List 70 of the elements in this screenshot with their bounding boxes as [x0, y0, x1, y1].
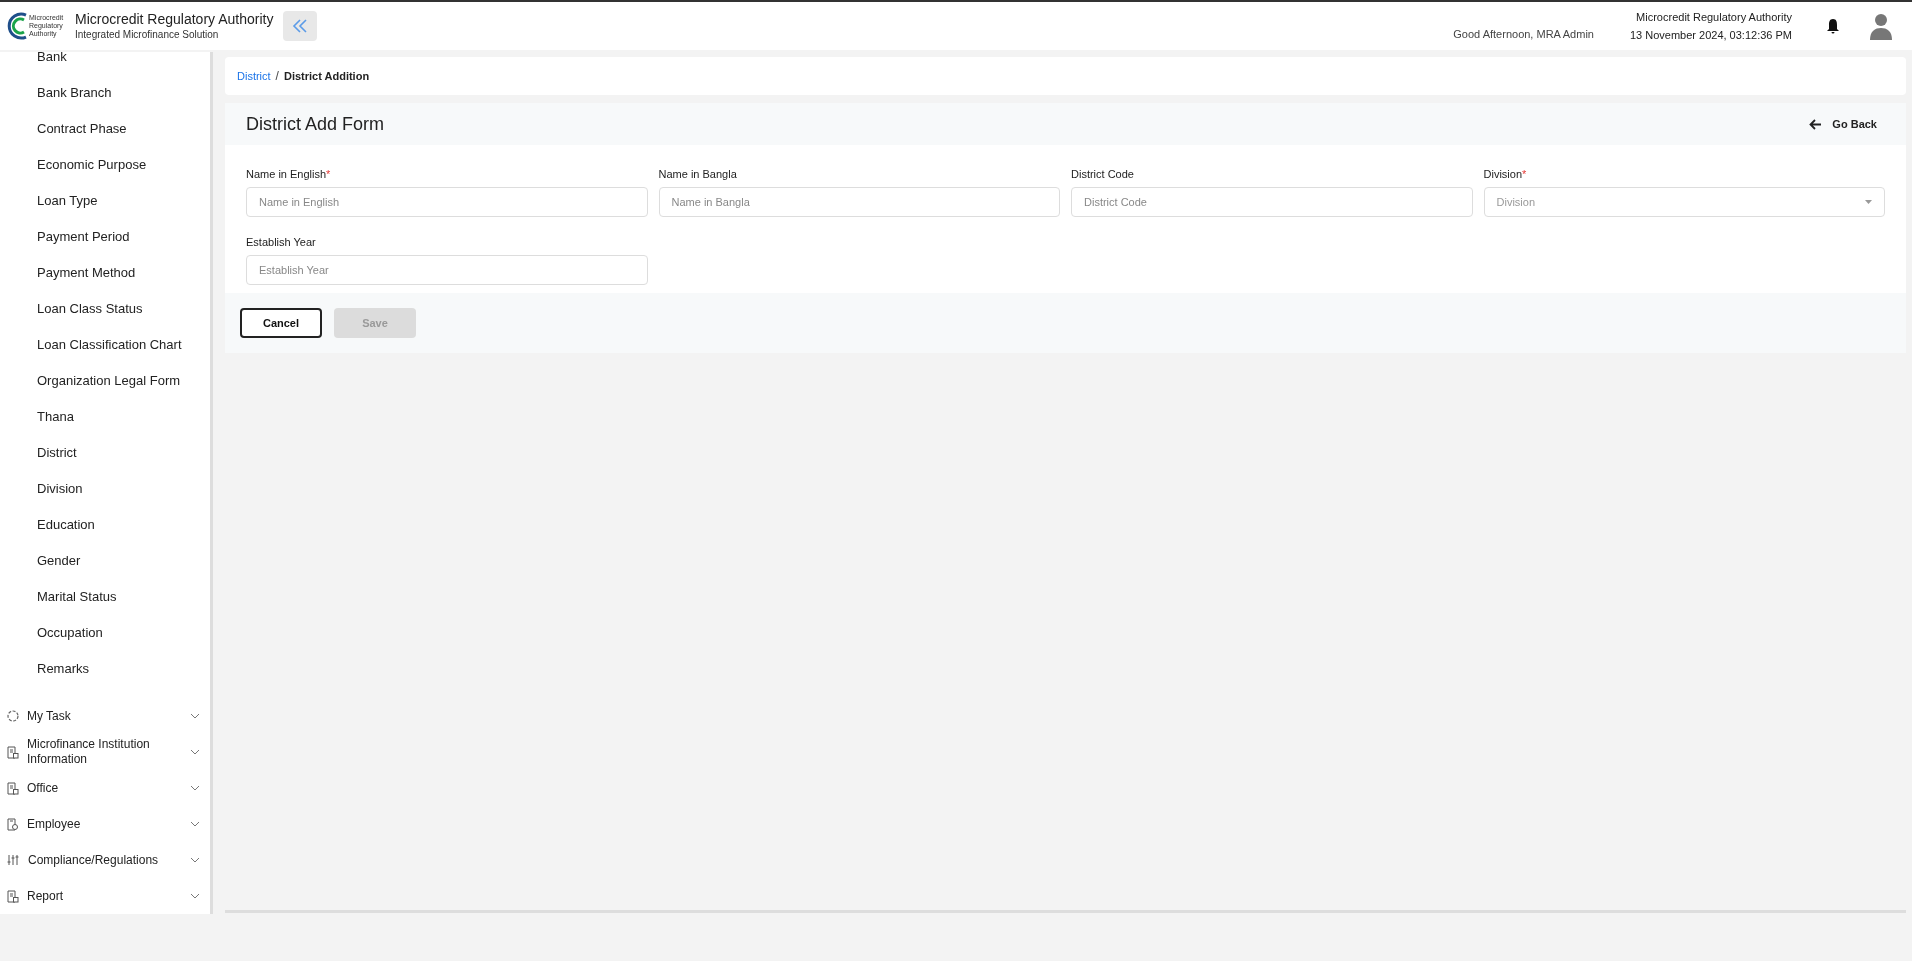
field-label: District Code: [1071, 167, 1135, 181]
document-icon: [7, 781, 19, 795]
sidebar-subitem[interactable]: Contract Phase: [0, 110, 210, 146]
chevron-down-icon: [190, 857, 200, 863]
field-label: Division*: [1483, 167, 1528, 181]
text-input-field[interactable]: District Code: [1071, 187, 1473, 217]
collapse-sidebar-button[interactable]: [283, 11, 318, 41]
sidebar-group-label: Employee: [27, 816, 82, 832]
sidebar-subitem[interactable]: Organization Legal Form: [0, 362, 210, 398]
sidebar-subitem[interactable]: Division: [0, 470, 210, 506]
go-back-button[interactable]: Go Back: [1809, 115, 1877, 133]
form-title: District Add Form: [246, 112, 386, 136]
breadcrumb-current: District Addition: [283, 68, 370, 84]
chevron-down-icon: [190, 785, 200, 791]
field-label: Establish Year: [246, 235, 317, 249]
sliders-icon: [7, 854, 20, 866]
chevron-down-icon: [190, 749, 200, 755]
greeting-text: Good Afternoon, MRA Admin: [1453, 26, 1594, 42]
text-input-field[interactable]: Name in English: [246, 187, 648, 217]
sidebar-group-label: My Task: [27, 708, 72, 724]
user-avatar-icon[interactable]: [1868, 12, 1894, 40]
sidebar-subitem[interactable]: Payment Period: [0, 218, 210, 254]
sidebar-subitem[interactable]: Thana: [0, 398, 210, 434]
sidebar-group[interactable]: My Task: [0, 698, 210, 734]
sidebar-group-label: Office: [27, 780, 60, 796]
sidebar-group-label: Report: [27, 888, 65, 904]
dropdown-caret-icon: [1865, 200, 1872, 204]
sidebar-subitem[interactable]: Loan Type: [0, 182, 210, 218]
org-title: Microcredit Regulatory Authority: [75, 10, 274, 28]
authority-name: Microcredit Regulatory Authority: [1636, 10, 1792, 25]
arrow-left-icon: [1809, 118, 1823, 130]
sidebar-group[interactable]: Office: [0, 770, 210, 806]
loading-circle-icon: [7, 710, 19, 722]
field-label: Name in Bangla: [658, 167, 738, 181]
cancel-button[interactable]: Cancel: [240, 308, 322, 338]
breadcrumb-link[interactable]: District: [237, 67, 271, 85]
sidebar-subitem[interactable]: Loan Classification Chart: [0, 326, 210, 362]
sidebar-group-label: Compliance/Regulations: [28, 852, 160, 868]
required-asterisk: *: [1522, 168, 1527, 180]
sidebar-subitem[interactable]: Gender: [0, 542, 210, 578]
double-chevron-left-icon: [291, 18, 310, 34]
text-input-field[interactable]: Establish Year: [246, 255, 648, 285]
chevron-down-icon: [190, 821, 200, 827]
sidebar-group[interactable]: Microfinance Institution Information: [0, 734, 210, 770]
sidebar-subitem[interactable]: District: [0, 434, 210, 470]
sidebar-subitem[interactable]: Occupation: [0, 614, 210, 650]
sidebar-group-label: Microfinance Institution Information: [27, 737, 151, 767]
sidebar-group[interactable]: Compliance/Regulations: [0, 842, 210, 878]
chevron-down-icon: [190, 893, 200, 899]
chevron-down-icon: [190, 713, 200, 719]
sidebar-subitem[interactable]: Education: [0, 506, 210, 542]
sidebar-subitem[interactable]: Payment Method: [0, 254, 210, 290]
field-label: Name in English*: [246, 167, 332, 181]
sidebar-subitem[interactable]: Remarks: [0, 650, 210, 686]
document-icon: [7, 745, 19, 759]
id-card-icon: [7, 817, 19, 831]
required-asterisk: *: [326, 168, 331, 180]
document-icon: [7, 889, 19, 903]
breadcrumb-separator: /: [275, 68, 279, 85]
sidebar-group[interactable]: Employee: [0, 806, 210, 842]
sidebar-subitem[interactable]: Loan Class Status: [0, 290, 210, 326]
date-time: 13 November 2024, 03:12:36 PM: [1629, 28, 1792, 43]
sidebar-group[interactable]: Report: [0, 878, 210, 914]
text-input-field[interactable]: Name in Bangla: [658, 187, 1060, 217]
notification-bell-icon[interactable]: [1826, 18, 1840, 34]
sidebar-subitem[interactable]: Bank Branch: [0, 74, 210, 110]
sidebar-subitem[interactable]: Economic Purpose: [0, 146, 210, 182]
sidebar-subitem[interactable]: Marital Status: [0, 578, 210, 614]
org-subtitle: Integrated Microfinance Solution: [75, 28, 220, 42]
logo-arc-icon: [6, 11, 28, 41]
